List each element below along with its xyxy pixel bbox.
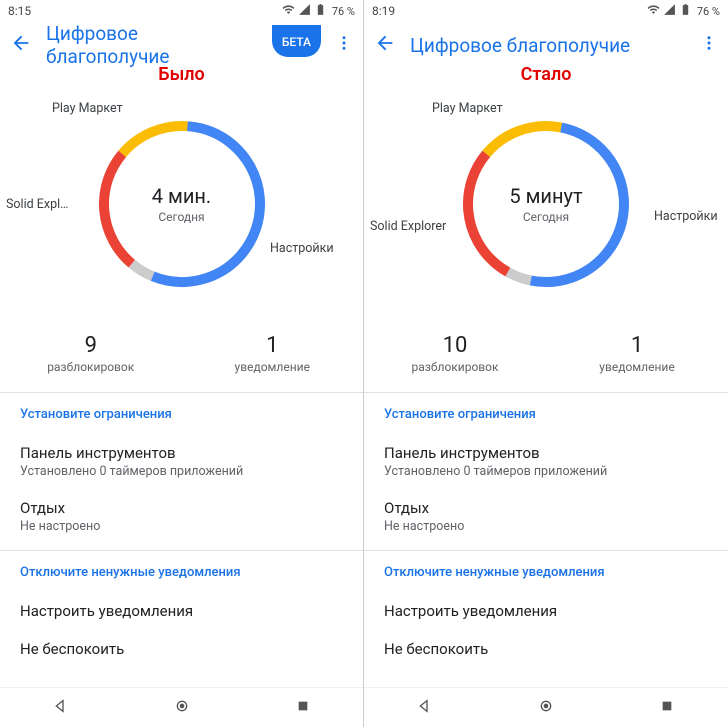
wifi-icon: [282, 3, 295, 19]
stat-label: уведомление: [182, 360, 364, 374]
item-secondary: Установлено 0 таймеров приложений: [384, 464, 708, 479]
settings-item[interactable]: Панель инструментов Установлено 0 таймер…: [20, 434, 343, 489]
section-title: Отключите ненужные уведомления: [20, 565, 343, 580]
item-primary: Настроить уведомления: [20, 602, 343, 620]
back-button[interactable]: [374, 32, 396, 58]
usage-donut-chart[interactable]: 5 минут Сегодня Play Маркет Solid Explor…: [364, 89, 728, 319]
item-secondary: Установлено 0 таймеров приложений: [20, 464, 343, 479]
item-primary: Панель инструментов: [384, 444, 708, 462]
item-secondary: Не настроено: [20, 519, 343, 534]
overflow-menu-button[interactable]: [335, 34, 353, 56]
item-primary: Не беспокоить: [384, 640, 708, 658]
screen-time-sub: Сегодня: [509, 210, 582, 224]
system-nav-bar: [364, 687, 728, 727]
signal-icon: [298, 3, 311, 19]
comparison-label: Было: [0, 64, 363, 85]
page-title: Цифровое благополучие: [46, 22, 258, 68]
nav-home-button[interactable]: [174, 698, 190, 718]
chart-label-right: Настройки: [654, 209, 718, 224]
stats-row: 10 разблокировок 1 уведомление: [364, 319, 728, 392]
chart-label-left: Solid Expl…: [6, 197, 69, 212]
page-title: Цифровое благополучие: [410, 34, 686, 57]
screenshot-pane: 8:15 76 % Цифровое благополучие БЕТА Был…: [0, 0, 364, 727]
nav-recent-button[interactable]: [659, 698, 675, 718]
chart-label-top: Play Маркет: [432, 101, 503, 116]
item-secondary: Не настроено: [384, 519, 708, 534]
screen-time-sub: Сегодня: [152, 210, 211, 224]
signal-icon: [663, 3, 676, 19]
donut-center: 4 мин. Сегодня: [152, 184, 211, 224]
settings-item[interactable]: Панель инструментов Установлено 0 таймер…: [384, 434, 708, 489]
beta-badge: БЕТА: [272, 25, 321, 57]
back-button[interactable]: [10, 32, 32, 58]
settings-item[interactable]: Настроить уведомления: [20, 592, 343, 630]
screen-time-value: 5 минут: [509, 184, 582, 208]
stat-block[interactable]: 10 разблокировок: [364, 333, 546, 374]
comparison-label: Стало: [364, 64, 728, 85]
screenshot-pane: 8:19 76 % Цифровое благополучие Стало 5 …: [364, 0, 728, 727]
nav-back-button[interactable]: [417, 698, 433, 718]
stat-number: 9: [0, 333, 182, 358]
section-limits: Установите ограничения Панель инструмент…: [0, 393, 363, 550]
stat-label: уведомление: [546, 360, 728, 374]
chart-label-top: Play Маркет: [52, 101, 123, 116]
screen-time-value: 4 мин.: [152, 184, 211, 208]
overflow-menu-button[interactable]: [700, 34, 718, 56]
chart-label-left: Solid Explorer: [370, 219, 446, 234]
battery-text: 76 %: [697, 5, 720, 18]
usage-donut-chart[interactable]: 4 мин. Сегодня Play Маркет Solid Expl… Н…: [0, 89, 363, 319]
section-notifications: Отключите ненужные уведомления Настроить…: [364, 551, 728, 674]
status-bar: 8:15 76 %: [0, 0, 363, 22]
stat-number: 10: [364, 333, 546, 358]
section-title: Установите ограничения: [384, 407, 708, 422]
settings-item[interactable]: Настроить уведомления: [384, 592, 708, 630]
item-primary: Настроить уведомления: [384, 602, 708, 620]
wifi-icon: [647, 3, 660, 19]
section-title: Отключите ненужные уведомления: [384, 565, 708, 580]
battery-icon: [679, 3, 692, 19]
stat-number: 1: [546, 333, 728, 358]
app-bar: Цифровое благополучие БЕТА: [0, 22, 363, 68]
donut-center: 5 минут Сегодня: [509, 184, 582, 224]
settings-item[interactable]: Не беспокоить: [20, 630, 343, 668]
stats-row: 9 разблокировок 1 уведомление: [0, 319, 363, 392]
app-bar: Цифровое благополучие: [364, 22, 728, 68]
stat-block[interactable]: 1 уведомление: [182, 333, 364, 374]
stat-number: 1: [182, 333, 364, 358]
stat-label: разблокировок: [364, 360, 546, 374]
status-time: 8:15: [8, 4, 282, 18]
section-title: Установите ограничения: [20, 407, 343, 422]
stat-block[interactable]: 9 разблокировок: [0, 333, 182, 374]
stat-block[interactable]: 1 уведомление: [546, 333, 728, 374]
section-limits: Установите ограничения Панель инструмент…: [364, 393, 728, 550]
item-primary: Отдых: [20, 499, 343, 517]
section-notifications: Отключите ненужные уведомления Настроить…: [0, 551, 363, 674]
stat-label: разблокировок: [0, 360, 182, 374]
nav-recent-button[interactable]: [295, 698, 311, 718]
settings-item[interactable]: Не беспокоить: [384, 630, 708, 668]
item-primary: Панель инструментов: [20, 444, 343, 462]
battery-text: 76 %: [332, 5, 355, 18]
item-primary: Не беспокоить: [20, 640, 343, 658]
chart-label-right: Настройки: [270, 241, 334, 256]
battery-icon: [314, 3, 327, 19]
system-nav-bar: [0, 687, 363, 727]
nav-back-button[interactable]: [53, 698, 69, 718]
settings-item[interactable]: Отдых Не настроено: [20, 489, 343, 544]
settings-item[interactable]: Отдых Не настроено: [384, 489, 708, 544]
status-bar: 8:19 76 %: [364, 0, 728, 22]
item-primary: Отдых: [384, 499, 708, 517]
nav-home-button[interactable]: [538, 698, 554, 718]
status-time: 8:19: [372, 4, 647, 18]
